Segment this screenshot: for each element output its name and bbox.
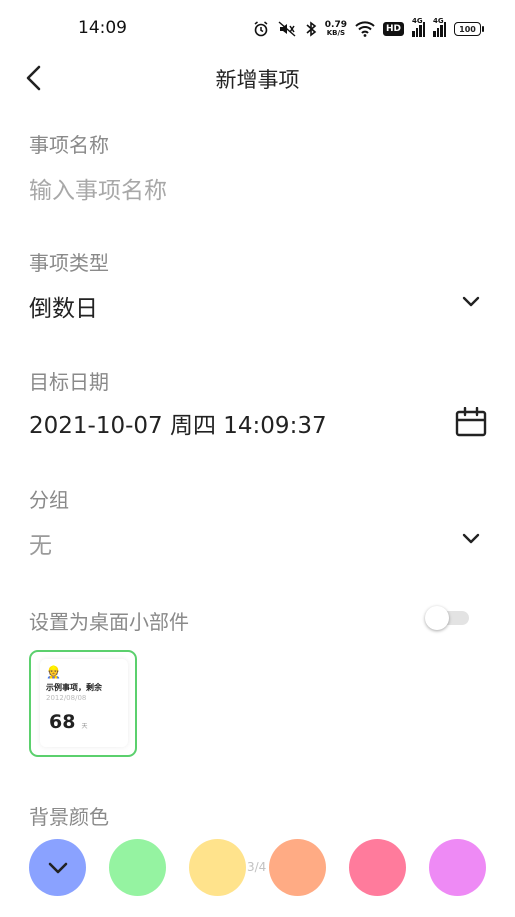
- widget-preview[interactable]: 👷 示例事项，剩余 2012/08/08 68 天: [29, 650, 137, 757]
- hd-icon: HD: [382, 22, 404, 36]
- chevron-down-icon: [462, 533, 480, 544]
- calendar-icon: [455, 407, 487, 437]
- type-select[interactable]: 倒数日: [29, 289, 98, 323]
- status-time: 14:09: [78, 18, 127, 38]
- page-title: 新增事项: [215, 68, 300, 92]
- widget-date: 2012/08/08: [46, 694, 87, 702]
- widget-title: 示例事项，剩余: [46, 683, 102, 692]
- name-input[interactable]: 输入事项名称: [29, 171, 167, 205]
- speed-value: 0.79: [324, 20, 347, 30]
- color-swatch-pink[interactable]: [349, 839, 406, 896]
- group-select[interactable]: 无: [29, 526, 52, 560]
- check-icon: [48, 862, 67, 873]
- group-label: 分组: [29, 488, 69, 512]
- group-dropdown-button[interactable]: [461, 529, 481, 549]
- signal-icon: 4G: [433, 17, 446, 37]
- widget-toggle[interactable]: [425, 606, 471, 630]
- signal-label: 4G: [433, 16, 444, 25]
- widget-days: 68 天: [49, 711, 87, 733]
- header: 新增事项: [0, 56, 515, 100]
- date-label: 目标日期: [29, 370, 109, 394]
- speed-unit: KB/S: [326, 29, 346, 37]
- widget-card: 👷 示例事项，剩余 2012/08/08 68 天: [40, 659, 128, 747]
- network-speed: 0.79 KB/S: [324, 20, 347, 38]
- color-swatch-blue[interactable]: [29, 839, 86, 896]
- bluetooth-icon: [305, 21, 317, 37]
- signal-icon: 4G: [412, 17, 425, 37]
- toggle-knob: [425, 606, 449, 630]
- widget-days-unit: 天: [81, 723, 88, 730]
- type-label: 事项类型: [29, 251, 109, 275]
- widget-label: 设置为桌面小部件: [29, 610, 189, 634]
- widget-days-number: 68: [49, 711, 76, 733]
- color-swatch-green[interactable]: [109, 839, 166, 896]
- background-label: 背景颜色: [29, 805, 109, 829]
- battery-icon: 100: [454, 22, 484, 36]
- mute-icon: [277, 21, 297, 37]
- page-indicator: 3/4: [247, 860, 267, 874]
- color-swatch-orange[interactable]: [269, 839, 326, 896]
- date-value[interactable]: 2021-10-07 周四 14:09:37: [29, 406, 327, 440]
- status-bar: 14:09 0.79 KB/S HD 4G 4G 100: [0, 0, 515, 56]
- chevron-down-icon: [462, 296, 480, 307]
- alarm-icon: [253, 21, 269, 37]
- status-icons: 0.79 KB/S HD 4G 4G 100: [253, 17, 484, 40]
- type-dropdown-button[interactable]: [461, 292, 481, 312]
- wifi-icon: [355, 21, 375, 37]
- worker-emoji-icon: 👷: [46, 665, 61, 679]
- name-label: 事项名称: [29, 133, 109, 157]
- color-swatch-violet[interactable]: [429, 839, 486, 896]
- battery-level: 100: [459, 24, 476, 34]
- calendar-button[interactable]: [455, 406, 487, 438]
- color-swatch-yellow[interactable]: [189, 839, 246, 896]
- signal-label: 4G: [412, 16, 423, 25]
